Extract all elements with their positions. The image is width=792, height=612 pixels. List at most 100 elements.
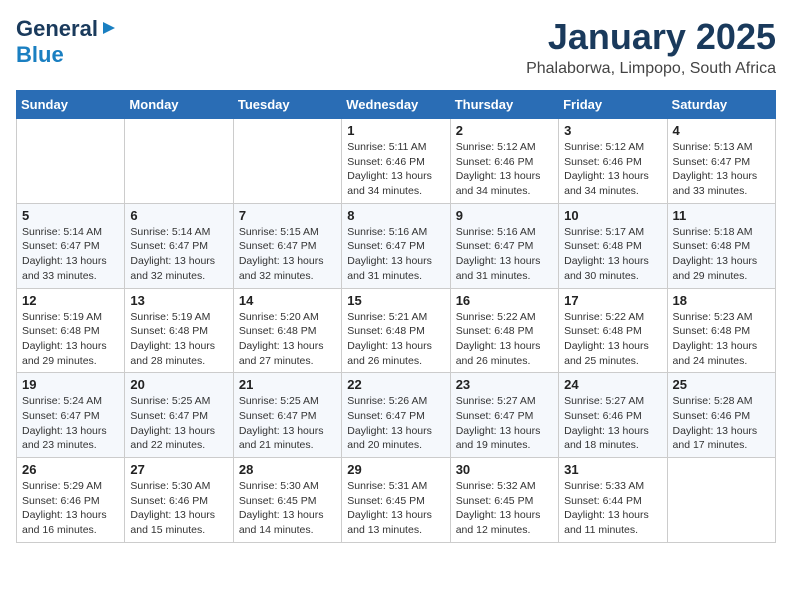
calendar-cell: 12 Sunrise: 5:19 AMSunset: 6:48 PMDayligh… <box>17 288 125 373</box>
day-number: 30 <box>456 462 553 477</box>
col-header-sunday: Sunday <box>17 91 125 119</box>
day-number: 18 <box>673 293 770 308</box>
day-number: 19 <box>22 377 119 392</box>
day-number: 27 <box>130 462 227 477</box>
day-info: Sunrise: 5:28 AMSunset: 6:46 PMDaylight:… <box>673 394 770 453</box>
day-number: 8 <box>347 208 444 223</box>
day-info: Sunrise: 5:30 AMSunset: 6:46 PMDaylight:… <box>130 479 227 538</box>
calendar-cell: 9 Sunrise: 5:16 AMSunset: 6:47 PMDaylight… <box>450 203 558 288</box>
title-block: January 2025 Phalaborwa, Limpopo, South … <box>526 16 776 78</box>
day-info: Sunrise: 5:19 AMSunset: 6:48 PMDaylight:… <box>22 310 119 369</box>
day-number: 15 <box>347 293 444 308</box>
calendar-cell: 21 Sunrise: 5:25 AMSunset: 6:47 PMDayligh… <box>233 373 341 458</box>
day-info: Sunrise: 5:30 AMSunset: 6:45 PMDaylight:… <box>239 479 336 538</box>
day-number: 29 <box>347 462 444 477</box>
calendar-cell: 22 Sunrise: 5:26 AMSunset: 6:47 PMDayligh… <box>342 373 450 458</box>
col-header-wednesday: Wednesday <box>342 91 450 119</box>
calendar-cell: 13Sunrise: 5:19 AMSunset: 6:48 PMDayligh… <box>125 288 233 373</box>
day-info: Sunrise: 5:23 AMSunset: 6:48 PMDaylight:… <box>673 310 770 369</box>
day-number: 12 <box>22 293 119 308</box>
day-info: Sunrise: 5:25 AMSunset: 6:47 PMDaylight:… <box>239 394 336 453</box>
day-info: Sunrise: 5:26 AMSunset: 6:47 PMDaylight:… <box>347 394 444 453</box>
day-info: Sunrise: 5:29 AMSunset: 6:46 PMDaylight:… <box>22 479 119 538</box>
calendar-cell: 2Sunrise: 5:12 AMSunset: 6:46 PMDaylight… <box>450 119 558 204</box>
calendar-cell <box>125 119 233 204</box>
day-number: 22 <box>347 377 444 392</box>
calendar-cell: 7Sunrise: 5:15 AMSunset: 6:47 PMDaylight… <box>233 203 341 288</box>
day-number: 23 <box>456 377 553 392</box>
day-number: 26 <box>22 462 119 477</box>
calendar-cell: 29 Sunrise: 5:31 AMSunset: 6:45 PMDayligh… <box>342 458 450 543</box>
calendar-cell <box>17 119 125 204</box>
day-number: 5 <box>22 208 119 223</box>
day-info: Sunrise: 5:14 AMSunset: 6:47 PMDaylight:… <box>22 225 119 284</box>
logo-arrow-icon <box>101 20 117 41</box>
day-info: Sunrise: 5:31 AMSunset: 6:45 PMDaylight:… <box>347 479 444 538</box>
day-number: 28 <box>239 462 336 477</box>
day-info: Sunrise: 5:21 AMSunset: 6:48 PMDaylight:… <box>347 310 444 369</box>
day-number: 24 <box>564 377 661 392</box>
day-info: Sunrise: 5:19 AMSunset: 6:48 PMDaylight:… <box>130 310 227 369</box>
week-row-3: 12 Sunrise: 5:19 AMSunset: 6:48 PMDayligh… <box>17 288 776 373</box>
calendar-cell: 24 Sunrise: 5:27 AMSunset: 6:46 PMDayligh… <box>559 373 667 458</box>
week-row-1: 1Sunrise: 5:11 AMSunset: 6:46 PMDaylight… <box>17 119 776 204</box>
location-title: Phalaborwa, Limpopo, South Africa <box>526 60 776 78</box>
day-info: Sunrise: 5:20 AMSunset: 6:48 PMDaylight:… <box>239 310 336 369</box>
logo-general: General <box>16 16 98 42</box>
calendar-cell: 27 Sunrise: 5:30 AMSunset: 6:46 PMDayligh… <box>125 458 233 543</box>
day-number: 25 <box>673 377 770 392</box>
day-info: Sunrise: 5:14 AMSunset: 6:47 PMDaylight:… <box>130 225 227 284</box>
calendar-cell: 17 Sunrise: 5:22 AMSunset: 6:48 PMDayligh… <box>559 288 667 373</box>
col-header-tuesday: Tuesday <box>233 91 341 119</box>
calendar-cell <box>667 458 775 543</box>
week-row-4: 19Sunrise: 5:24 AMSunset: 6:47 PMDayligh… <box>17 373 776 458</box>
day-number: 2 <box>456 123 553 138</box>
day-info: Sunrise: 5:16 AMSunset: 6:47 PMDaylight:… <box>347 225 444 284</box>
calendar-cell: 20Sunrise: 5:25 AMSunset: 6:47 PMDayligh… <box>125 373 233 458</box>
day-info: Sunrise: 5:12 AMSunset: 6:46 PMDaylight:… <box>564 140 661 199</box>
day-info: Sunrise: 5:13 AMSunset: 6:47 PMDaylight:… <box>673 140 770 199</box>
day-info: Sunrise: 5:15 AMSunset: 6:47 PMDaylight:… <box>239 225 336 284</box>
calendar-cell: 26 Sunrise: 5:29 AMSunset: 6:46 PMDayligh… <box>17 458 125 543</box>
day-info: Sunrise: 5:27 AMSunset: 6:46 PMDaylight:… <box>564 394 661 453</box>
calendar-cell: 8 Sunrise: 5:16 AMSunset: 6:47 PMDaylight… <box>342 203 450 288</box>
month-title: January 2025 <box>526 16 776 58</box>
day-number: 31 <box>564 462 661 477</box>
logo-blue: Blue <box>16 42 64 67</box>
calendar-cell: 31 Sunrise: 5:33 AMSunset: 6:44 PMDayligh… <box>559 458 667 543</box>
calendar-cell: 3Sunrise: 5:12 AMSunset: 6:46 PMDaylight… <box>559 119 667 204</box>
day-info: Sunrise: 5:18 AMSunset: 6:48 PMDaylight:… <box>673 225 770 284</box>
col-header-thursday: Thursday <box>450 91 558 119</box>
day-info: Sunrise: 5:22 AMSunset: 6:48 PMDaylight:… <box>564 310 661 369</box>
calendar-cell: 25 Sunrise: 5:28 AMSunset: 6:46 PMDayligh… <box>667 373 775 458</box>
day-info: Sunrise: 5:32 AMSunset: 6:45 PMDaylight:… <box>456 479 553 538</box>
calendar-cell: 10Sunrise: 5:17 AMSunset: 6:48 PMDayligh… <box>559 203 667 288</box>
day-number: 17 <box>564 293 661 308</box>
logo: General Blue <box>16 16 117 68</box>
col-header-friday: Friday <box>559 91 667 119</box>
calendar-cell: 6 Sunrise: 5:14 AMSunset: 6:47 PMDaylight… <box>125 203 233 288</box>
calendar-cell: 14Sunrise: 5:20 AMSunset: 6:48 PMDayligh… <box>233 288 341 373</box>
day-number: 9 <box>456 208 553 223</box>
calendar-cell: 23 Sunrise: 5:27 AMSunset: 6:47 PMDayligh… <box>450 373 558 458</box>
day-number: 11 <box>673 208 770 223</box>
calendar-cell: 5 Sunrise: 5:14 AMSunset: 6:47 PMDaylight… <box>17 203 125 288</box>
calendar-cell: 16Sunrise: 5:22 AMSunset: 6:48 PMDayligh… <box>450 288 558 373</box>
day-number: 20 <box>130 377 227 392</box>
calendar-cell: 18 Sunrise: 5:23 AMSunset: 6:48 PMDayligh… <box>667 288 775 373</box>
day-info: Sunrise: 5:27 AMSunset: 6:47 PMDaylight:… <box>456 394 553 453</box>
calendar-cell: 4 Sunrise: 5:13 AMSunset: 6:47 PMDaylight… <box>667 119 775 204</box>
calendar-cell: 15 Sunrise: 5:21 AMSunset: 6:48 PMDayligh… <box>342 288 450 373</box>
calendar-cell: 19Sunrise: 5:24 AMSunset: 6:47 PMDayligh… <box>17 373 125 458</box>
page-header: General Blue January 2025 Phalaborwa, Li… <box>16 16 776 78</box>
calendar-cell: 28 Sunrise: 5:30 AMSunset: 6:45 PMDayligh… <box>233 458 341 543</box>
calendar-header-row: SundayMondayTuesdayWednesdayThursdayFrid… <box>17 91 776 119</box>
calendar-cell: 30 Sunrise: 5:32 AMSunset: 6:45 PMDayligh… <box>450 458 558 543</box>
day-number: 21 <box>239 377 336 392</box>
day-info: Sunrise: 5:33 AMSunset: 6:44 PMDaylight:… <box>564 479 661 538</box>
day-number: 6 <box>130 208 227 223</box>
day-number: 1 <box>347 123 444 138</box>
day-info: Sunrise: 5:16 AMSunset: 6:47 PMDaylight:… <box>456 225 553 284</box>
day-number: 4 <box>673 123 770 138</box>
week-row-2: 5 Sunrise: 5:14 AMSunset: 6:47 PMDaylight… <box>17 203 776 288</box>
